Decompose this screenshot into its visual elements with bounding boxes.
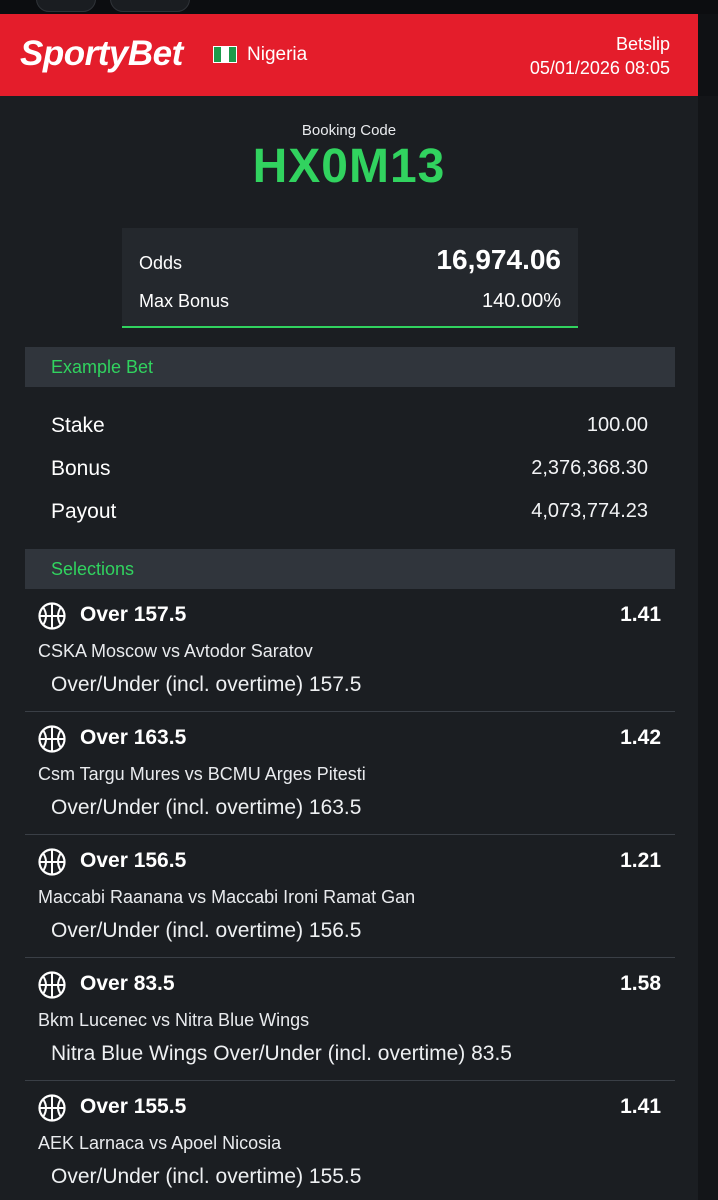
selection-item[interactable]: Over 157.5 1.41 CSKA Moscow vs Avtodor S… <box>25 589 675 712</box>
stake-label: Stake <box>51 414 105 437</box>
header-info: Betslip 05/01/2026 08:05 <box>530 32 670 80</box>
background-right-strip <box>698 96 718 1200</box>
odds-row: Odds 16,974.06 <box>139 244 561 276</box>
selection-market: Over/Under (incl. overtime) 163.5 <box>51 796 362 819</box>
selection-market: Nitra Blue Wings Over/Under (incl. overt… <box>51 1042 512 1065</box>
basketball-icon <box>38 602 66 630</box>
selection-market: Over/Under (incl. overtime) 155.5 <box>51 1165 362 1188</box>
selection-item[interactable]: Over 155.5 1.41 AEK Larnaca vs Apoel Nic… <box>25 1081 675 1200</box>
selection-pick: Over 83.5 <box>80 972 175 995</box>
payout-label: Payout <box>51 500 117 523</box>
brand-logo: SportyBet <box>20 34 183 73</box>
background-tab <box>110 0 190 12</box>
selection-odds: 1.41 <box>620 603 661 626</box>
selection-odds: 1.21 <box>620 849 661 872</box>
selection-odds: 1.41 <box>620 1095 661 1118</box>
betslip-card: SportyBet Nigeria Betslip 05/01/2026 08:… <box>0 14 698 1200</box>
basketball-icon <box>38 848 66 876</box>
selection-match: Csm Targu Mures vs BCMU Arges Pitesti <box>38 764 366 784</box>
selection-odds: 1.42 <box>620 726 661 749</box>
selections-header: Selections <box>25 549 675 589</box>
bonus-label: Bonus <box>51 457 111 480</box>
selection-item[interactable]: Over 83.5 1.58 Bkm Lucenec vs Nitra Blue… <box>25 958 675 1081</box>
selection-market: Over/Under (incl. overtime) 156.5 <box>51 919 362 942</box>
example-bet-header: Example Bet <box>25 347 675 387</box>
max-bonus-row: Max Bonus 140.00% <box>139 290 561 313</box>
basketball-icon <box>38 971 66 999</box>
odds-label: Odds <box>139 253 183 273</box>
booking-section: Booking Code HX0M13 <box>0 122 698 195</box>
max-bonus-value: 140.00% <box>482 290 561 312</box>
background-top-bar <box>0 0 718 14</box>
booking-code[interactable]: HX0M13 <box>0 139 698 195</box>
odds-summary: Odds 16,974.06 Max Bonus 140.00% <box>122 228 578 328</box>
background-tab <box>36 0 96 12</box>
header-bar: SportyBet Nigeria Betslip 05/01/2026 08:… <box>0 14 698 96</box>
payout-value: 4,073,774.23 <box>531 500 648 522</box>
payout-row: Payout 4,073,774.23 <box>51 500 648 524</box>
basketball-icon <box>38 725 66 753</box>
selection-match: Maccabi Raanana vs Maccabi Ironi Ramat G… <box>38 887 416 907</box>
country-label: Nigeria <box>247 44 308 65</box>
selection-item[interactable]: Over 163.5 1.42 Csm Targu Mures vs BCMU … <box>25 712 675 835</box>
odds-value: 16,974.06 <box>436 244 561 275</box>
selection-pick: Over 156.5 <box>80 849 187 872</box>
selection-market: Over/Under (incl. overtime) 157.5 <box>51 673 362 696</box>
selection-pick: Over 155.5 <box>80 1095 187 1118</box>
bonus-row: Bonus 2,376,368.30 <box>51 457 648 481</box>
nigeria-flag-icon <box>213 46 237 63</box>
header-datetime: 05/01/2026 08:05 <box>529 58 670 78</box>
booking-code-label: Booking Code <box>301 122 397 139</box>
max-bonus-label: Max Bonus <box>139 291 230 311</box>
header-title: Betslip <box>615 34 670 54</box>
selection-match: CSKA Moscow vs Avtodor Saratov <box>38 641 313 661</box>
selection-match: AEK Larnaca vs Apoel Nicosia <box>38 1133 282 1153</box>
stake-value: 100.00 <box>586 414 648 436</box>
selection-odds: 1.58 <box>620 972 661 995</box>
basketball-icon <box>38 1094 66 1122</box>
selection-match: Bkm Lucenec vs Nitra Blue Wings <box>38 1010 310 1030</box>
selection-item[interactable]: Over 156.5 1.21 Maccabi Raanana vs Macca… <box>25 835 675 958</box>
stake-row: Stake 100.00 <box>51 414 648 438</box>
selection-pick: Over 163.5 <box>80 726 187 749</box>
selection-pick: Over 157.5 <box>80 603 187 626</box>
bonus-value: 2,376,368.30 <box>531 457 648 479</box>
